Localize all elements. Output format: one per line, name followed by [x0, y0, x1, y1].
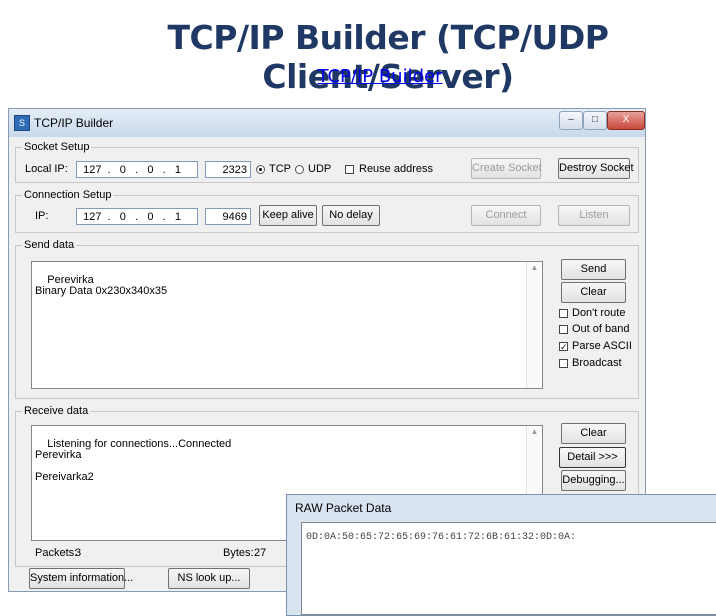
send-data-scrollbar[interactable]: ▲: [526, 262, 542, 388]
receive-clear-button[interactable]: Clear: [561, 423, 626, 444]
broadcast-checkbox[interactable]: [559, 359, 568, 368]
socket-setup-legend: Socket Setup: [24, 141, 90, 153]
receive-data-text: Listening for connections...Connected Pe…: [35, 438, 232, 483]
packets-label: Packets:: [35, 547, 78, 559]
dont-route-checkbox[interactable]: [559, 309, 568, 318]
connection-setup-legend: Connection Setup: [24, 189, 112, 201]
tcp-label: TCP: [269, 163, 291, 175]
out-of-band-checkbox[interactable]: [559, 325, 568, 334]
send-button[interactable]: Send: [561, 259, 626, 280]
raw-packet-textarea[interactable]: 0D:0A:50:65:72:65:69:76:61:72:6B:61:32:0…: [301, 522, 716, 615]
udp-label: UDP: [308, 163, 332, 175]
send-data-text: Perevirka Binary Data 0x230x340x35: [35, 274, 168, 297]
debugging-button[interactable]: Debugging...: [561, 470, 626, 491]
window-titlebar[interactable]: S TCP/IP Builder – □ X: [9, 109, 645, 137]
reuse-address-label: Reuse address: [359, 163, 433, 175]
send-data-textarea[interactable]: Perevirka Binary Data 0x230x340x35 ▲: [31, 261, 543, 389]
minimize-button[interactable]: –: [559, 111, 583, 130]
reuse-address-checkbox[interactable]: [345, 165, 354, 174]
raw-packet-data: 0D:0A:50:65:72:65:69:76:61:72:6B:61:32:0…: [306, 532, 577, 543]
receive-data-legend: Receive data: [24, 405, 89, 417]
window-title: TCP/IP Builder: [34, 116, 114, 130]
send-data-legend: Send data: [24, 239, 75, 251]
local-port-input[interactable]: 2323: [205, 161, 251, 178]
remote-ip-label: IP:: [35, 210, 49, 222]
keep-alive-button[interactable]: Keep alive: [259, 205, 317, 226]
connect-button[interactable]: Connect: [471, 205, 541, 226]
local-ip-input[interactable]: 127 . 0 . 0 . 1: [76, 161, 198, 178]
maximize-button[interactable]: □: [583, 111, 607, 130]
ns-lookup-button[interactable]: NS look up...: [168, 568, 250, 589]
out-of-band-label: Out of band: [572, 323, 630, 335]
destroy-socket-button[interactable]: Destroy Socket: [558, 158, 634, 179]
remote-ip-input[interactable]: 127 . 0 . 0 . 1: [76, 208, 198, 225]
packets-value: 3: [75, 547, 82, 559]
raw-packet-title: RAW Packet Data: [295, 501, 392, 515]
send-clear-button[interactable]: Clear: [561, 282, 626, 303]
broadcast-label: Broadcast: [572, 357, 622, 369]
remote-port-input[interactable]: 9469: [205, 208, 251, 225]
bytes-label: Bytes:: [223, 547, 254, 559]
create-socket-button[interactable]: Create Socket: [471, 158, 542, 179]
detail-button[interactable]: Detail >>>: [559, 447, 626, 468]
system-information-button[interactable]: System information...: [29, 568, 133, 589]
app-icon: S: [14, 115, 30, 131]
udp-radio[interactable]: [295, 165, 304, 174]
bytes-value: 27: [254, 547, 267, 559]
close-button[interactable]: X: [607, 111, 645, 130]
tcp-radio[interactable]: [256, 165, 265, 174]
local-ip-label: Local IP:: [25, 163, 68, 175]
raw-packet-window: RAW Packet Data 0D:0A:50:65:72:65:69:76:…: [286, 494, 716, 616]
no-delay-button[interactable]: No delay: [322, 205, 380, 226]
dont-route-label: Don't route: [572, 307, 626, 319]
parse-ascii-label: Parse ASCII: [572, 340, 632, 352]
listen-button[interactable]: Listen: [558, 205, 630, 226]
parse-ascii-checkbox[interactable]: ✓: [559, 342, 568, 352]
page-link[interactable]: TCP/IP Builder: [0, 66, 716, 87]
